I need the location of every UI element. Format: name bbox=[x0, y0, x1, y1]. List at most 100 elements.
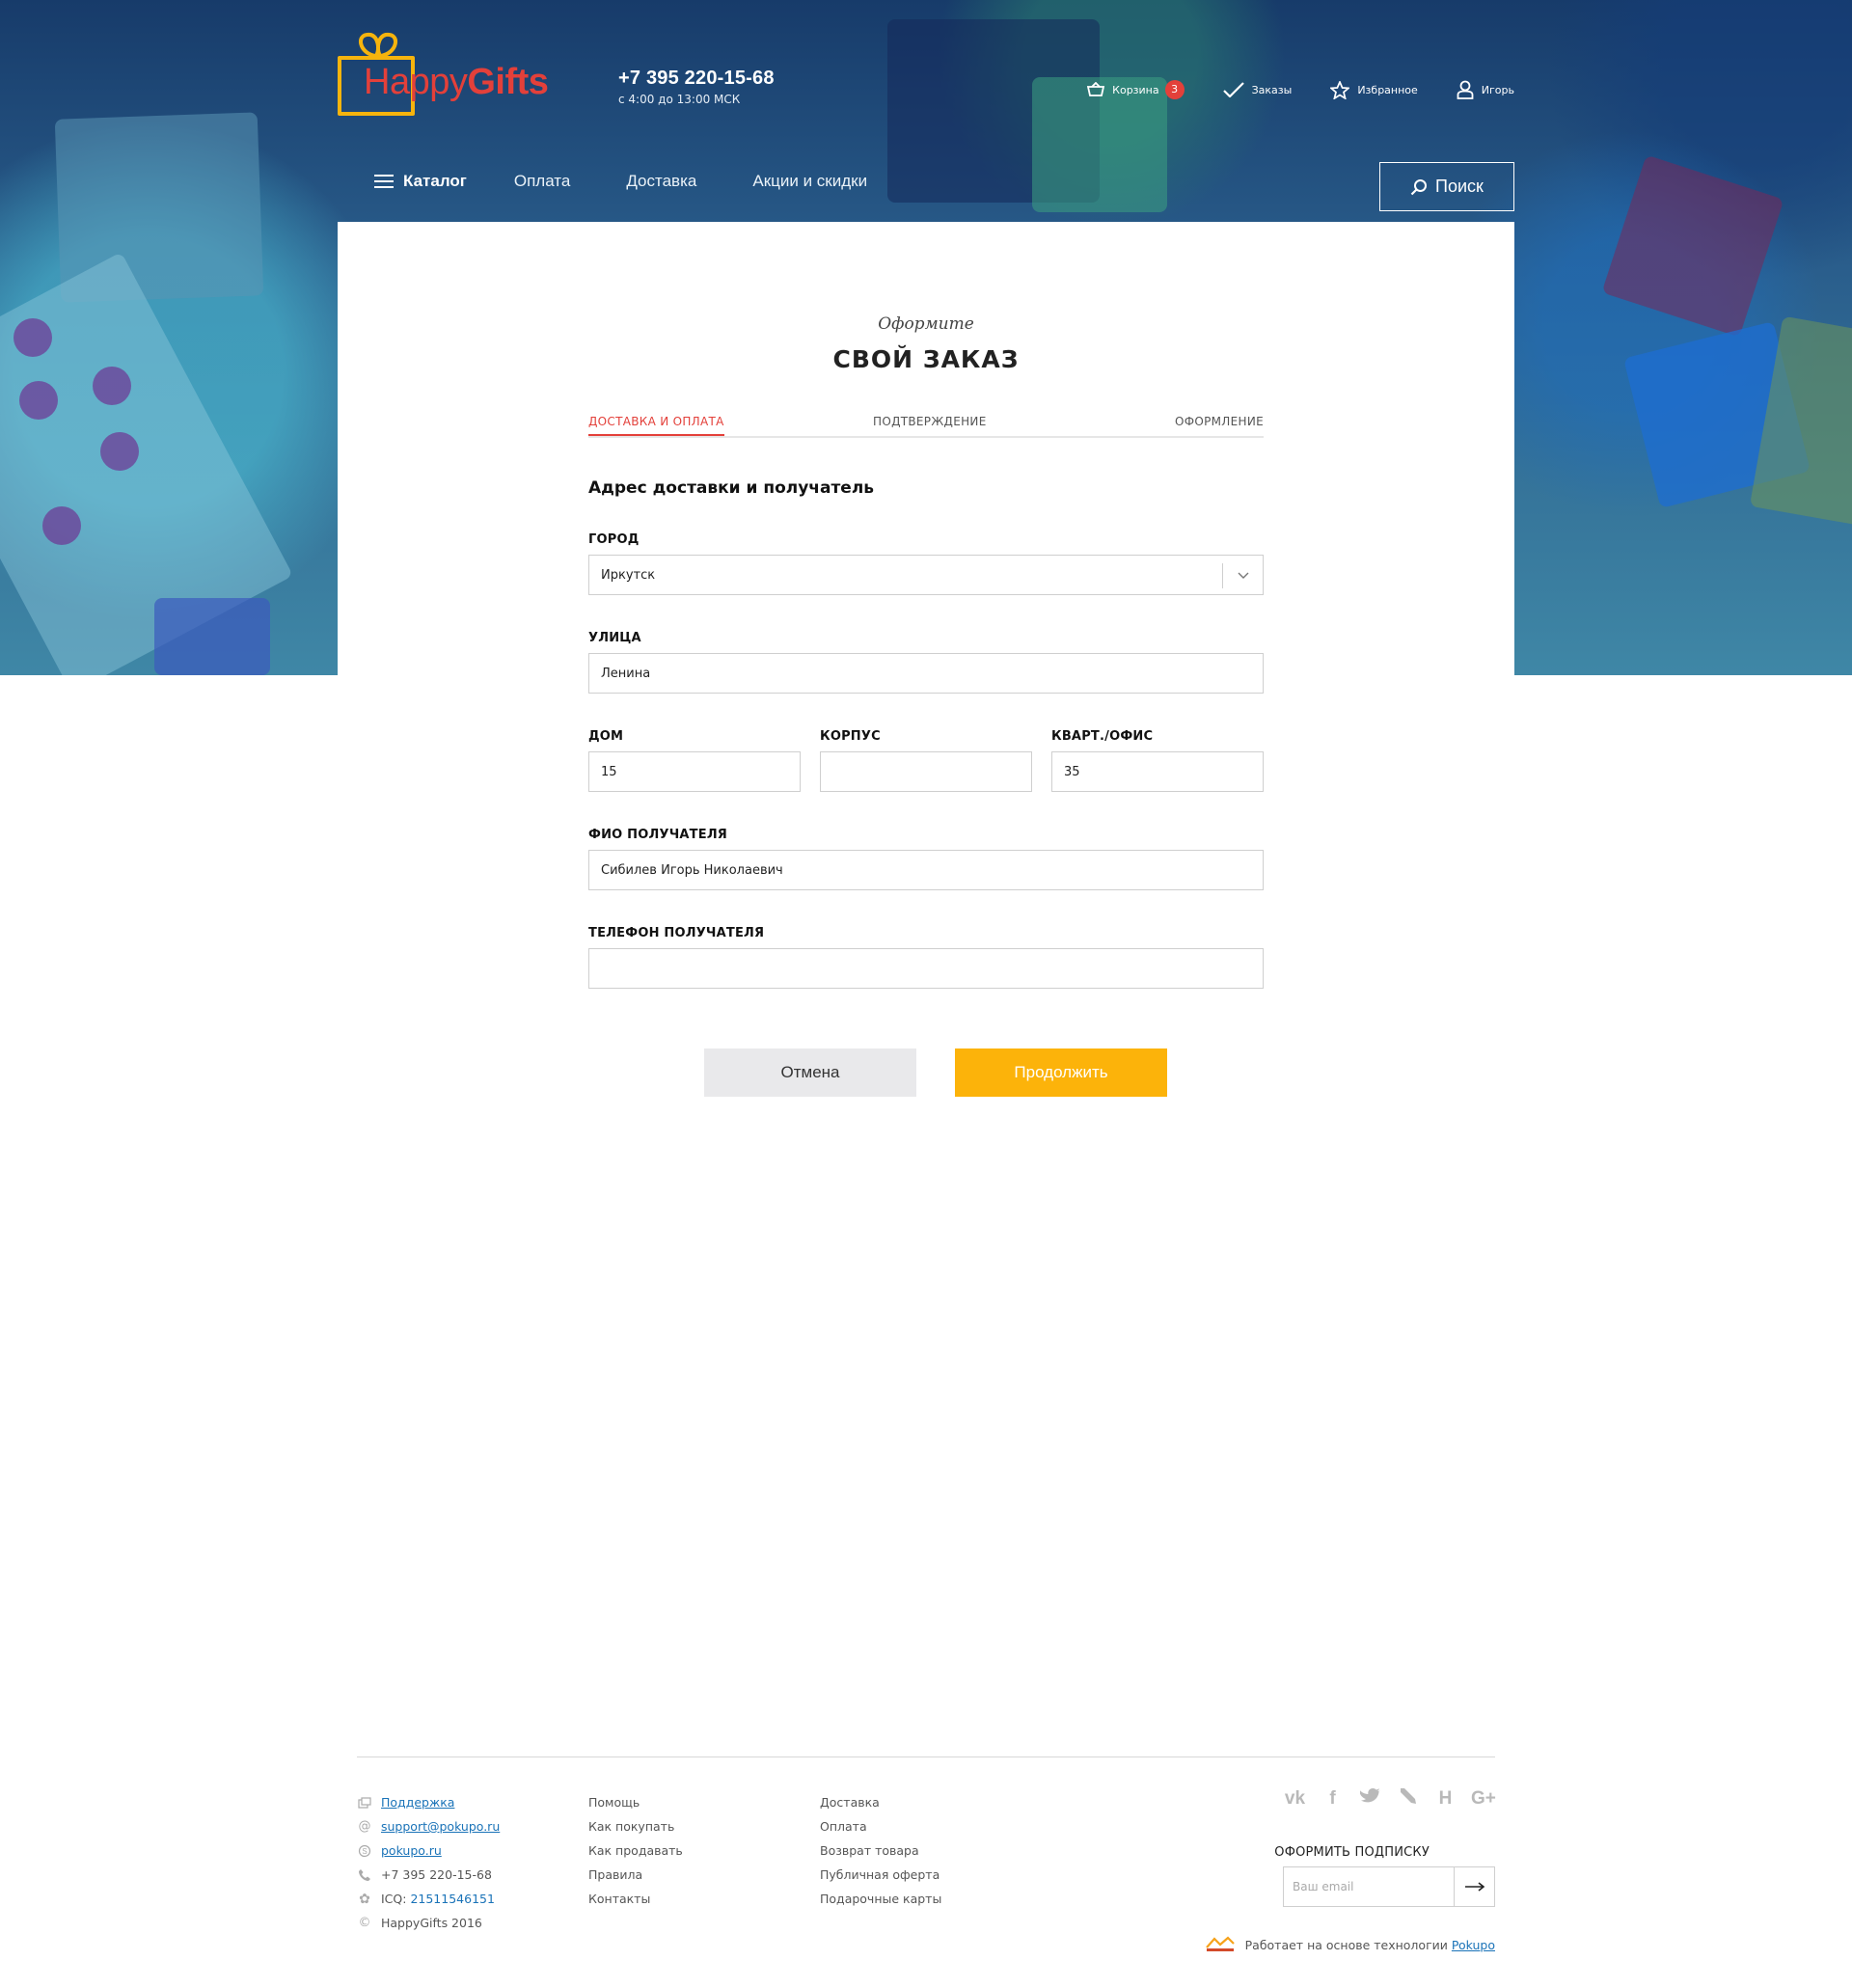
recipient-field: ФИО ПОЛУЧАТЕЛЯ Сибилев Игорь Николаевич bbox=[588, 828, 1264, 890]
phone-hours: с 4:00 до 13:00 МСК bbox=[618, 93, 741, 106]
page-title: СВОЙ ЗАКАЗ bbox=[832, 345, 1020, 373]
street-field: УЛИЦА Ленина bbox=[588, 631, 1264, 694]
house-label: ДОМ bbox=[588, 729, 624, 744]
continue-button[interactable]: Продолжить bbox=[955, 1048, 1167, 1097]
basket-icon bbox=[1087, 82, 1105, 96]
cart-count-badge: 3 bbox=[1164, 80, 1185, 99]
nav-item-promotions[interactable]: Акции и скидки bbox=[752, 172, 867, 191]
main-nav: Каталог Оплата Доставка Акции и скидки bbox=[374, 172, 923, 191]
recipient-input[interactable]: Сибилев Игорь Николаевич bbox=[588, 850, 1264, 890]
powered-by: Работает на основе технологии Pokupo bbox=[1205, 1936, 1495, 1953]
nav-item-payment[interactable]: Оплата bbox=[514, 172, 570, 191]
cancel-button[interactable]: Отмена bbox=[704, 1048, 916, 1097]
search-label: Поиск bbox=[1435, 177, 1484, 196]
favorites-link[interactable]: Избранное bbox=[1330, 80, 1418, 99]
support-icon bbox=[357, 1796, 372, 1809]
gift-bow-icon bbox=[359, 32, 397, 58]
footer-link-rules[interactable]: Правила bbox=[588, 1863, 683, 1887]
recipient-phone-label: ТЕЛЕФОН ПОЛУЧАТЕЛЯ bbox=[588, 926, 765, 940]
checkout-card: Оформите СВОЙ ЗАКАЗ ДОСТАВКА И ОПЛАТА ПО… bbox=[338, 222, 1514, 1727]
user-nav: Корзина 3 Заказы Избранное Игорь bbox=[1049, 80, 1514, 99]
recipient-phone-field: ТЕЛЕФОН ПОЛУЧАТЕЛЯ bbox=[588, 926, 1264, 989]
footer-link-delivery[interactable]: Доставка bbox=[820, 1790, 941, 1814]
city-field: ГОРОД Иркутск bbox=[588, 532, 1264, 595]
orders-label: Заказы bbox=[1251, 83, 1293, 96]
footer-link-contacts[interactable]: Контакты bbox=[588, 1887, 683, 1911]
polka-dot-decoration bbox=[14, 318, 52, 357]
facebook-icon[interactable]: f bbox=[1321, 1788, 1345, 1810]
building-input[interactable] bbox=[820, 751, 1032, 792]
habr-icon[interactable]: H bbox=[1433, 1788, 1457, 1810]
footer-skype-row: S pokupo.ru bbox=[357, 1838, 500, 1863]
gift-box-decoration bbox=[1601, 154, 1784, 338]
section-title: Адрес доставки и получатель bbox=[588, 478, 875, 498]
at-sign-icon: @ bbox=[358, 1819, 371, 1834]
footer-link-payment[interactable]: Оплата bbox=[820, 1814, 941, 1838]
powered-text: Работает на основе технологии bbox=[1244, 1937, 1448, 1952]
copyright-icon: © bbox=[358, 1916, 371, 1930]
polka-dot-decoration bbox=[100, 432, 139, 471]
step-delivery-payment[interactable]: ДОСТАВКА И ОПЛАТА bbox=[588, 415, 724, 436]
footer-info-links: Доставка Оплата Возврат товара Публичная… bbox=[820, 1790, 941, 1911]
hamburger-icon bbox=[374, 175, 394, 188]
city-select[interactable]: Иркутск bbox=[588, 555, 1264, 595]
logo[interactable]: HappyGifts bbox=[338, 25, 550, 118]
favorites-label: Избранное bbox=[1357, 83, 1418, 96]
footer-link-public-offer[interactable]: Публичная оферта bbox=[820, 1863, 941, 1887]
support-link[interactable]: Поддержка bbox=[381, 1795, 454, 1810]
city-value: Иркутск bbox=[601, 567, 656, 583]
user-profile-link[interactable]: Игорь bbox=[1457, 80, 1514, 99]
site-footer: Поддержка @ support@pokupo.ru S pokupo.r… bbox=[357, 1757, 1496, 1978]
polka-dot-decoration bbox=[19, 381, 58, 420]
footer-copyright-row: © HappyGifts 2016 bbox=[357, 1911, 500, 1935]
support-email-link[interactable]: support@pokupo.ru bbox=[381, 1819, 500, 1834]
building-label: КОРПУС bbox=[820, 729, 881, 744]
phone-number: +7 395 220-15-68 bbox=[618, 68, 775, 89]
catalog-menu-button[interactable]: Каталог bbox=[374, 172, 467, 191]
polka-dot-decoration bbox=[93, 367, 131, 405]
subscribe-email-input[interactable]: Ваш email bbox=[1284, 1867, 1454, 1906]
google-plus-icon[interactable]: G+ bbox=[1471, 1788, 1496, 1810]
footer-link-returns[interactable]: Возврат товара bbox=[820, 1838, 941, 1863]
footer-phone-row: +7 395 220-15-68 bbox=[357, 1863, 500, 1887]
skype-link[interactable]: pokupo.ru bbox=[381, 1843, 442, 1858]
pokupo-link[interactable]: Pokupo bbox=[1452, 1938, 1495, 1952]
apartment-input[interactable]: 35 bbox=[1051, 751, 1264, 792]
livejournal-icon[interactable] bbox=[1396, 1786, 1420, 1811]
subscribe-submit-button[interactable] bbox=[1454, 1867, 1494, 1906]
polka-dot-decoration bbox=[42, 506, 81, 545]
house-input[interactable]: 15 bbox=[588, 751, 801, 792]
footer-link-help[interactable]: Помощь bbox=[588, 1790, 683, 1814]
recipient-phone-input[interactable] bbox=[588, 948, 1264, 989]
footer-link-how-to-buy[interactable]: Как покупать bbox=[588, 1814, 683, 1838]
icq-label: ICQ: bbox=[381, 1892, 407, 1906]
logo-text-part2: Gifts bbox=[467, 62, 549, 102]
house-field: ДОМ 15 bbox=[588, 729, 801, 792]
step-completion[interactable]: ОФОРМЛЕНИЕ bbox=[1175, 415, 1264, 428]
skype-icon: S bbox=[357, 1844, 372, 1858]
vk-icon[interactable]: vk bbox=[1283, 1788, 1307, 1810]
nav-item-delivery[interactable]: Доставка bbox=[626, 172, 696, 191]
subscribe-form: Ваш email bbox=[1283, 1866, 1495, 1907]
search-button[interactable]: Поиск bbox=[1379, 162, 1514, 211]
phone-icon bbox=[357, 1868, 372, 1882]
pokupo-logo-icon bbox=[1205, 1936, 1235, 1951]
footer-link-how-to-sell[interactable]: Как продавать bbox=[588, 1838, 683, 1863]
svg-text:S: S bbox=[362, 1847, 367, 1856]
footer-contacts: Поддержка @ support@pokupo.ru S pokupo.r… bbox=[357, 1790, 500, 1935]
street-input[interactable]: Ленина bbox=[588, 653, 1264, 694]
footer-icq-row: ✿ ICQ: 21511546151 bbox=[357, 1887, 500, 1911]
step-confirmation[interactable]: ПОДТВЕРЖДЕНИЕ bbox=[873, 415, 987, 428]
user-icon bbox=[1457, 80, 1474, 99]
street-label: УЛИЦА bbox=[588, 631, 641, 645]
icq-number[interactable]: 21511546151 bbox=[410, 1892, 494, 1906]
footer-support-row: Поддержка bbox=[357, 1790, 500, 1814]
search-icon bbox=[1410, 178, 1428, 195]
footer-email-row: @ support@pokupo.ru bbox=[357, 1814, 501, 1838]
cart-label: Корзина bbox=[1112, 83, 1159, 96]
chevron-down-icon[interactable] bbox=[1222, 563, 1263, 588]
twitter-icon[interactable] bbox=[1358, 1787, 1382, 1811]
footer-link-gift-cards[interactable]: Подарочные карты bbox=[820, 1887, 941, 1911]
orders-link[interactable]: Заказы bbox=[1222, 82, 1293, 97]
cart-link[interactable]: Корзина 3 bbox=[1087, 80, 1185, 99]
